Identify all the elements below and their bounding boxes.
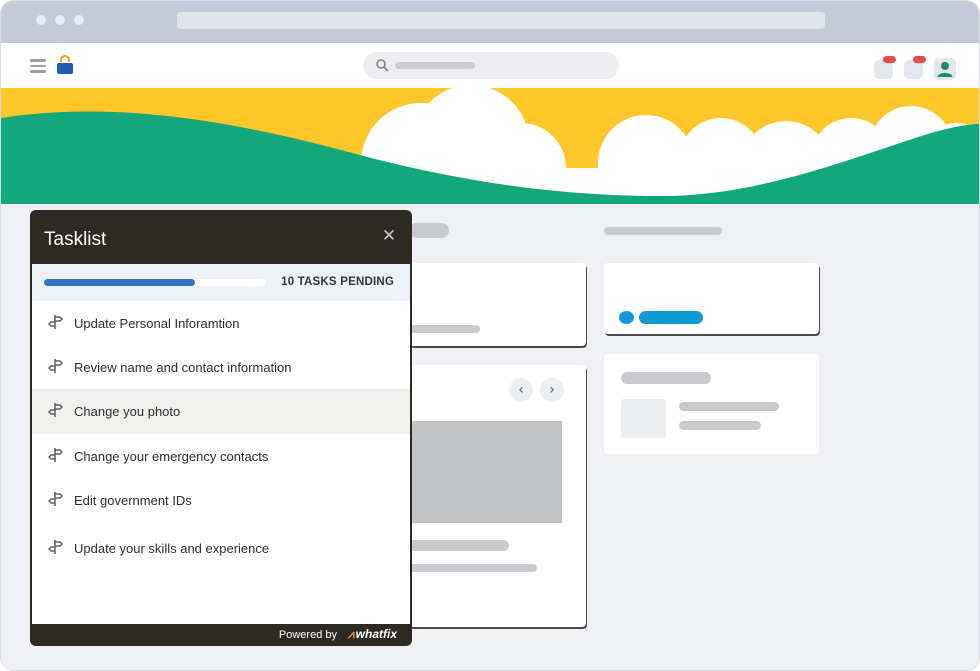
signpost-icon	[48, 403, 63, 417]
task-label: Change your emergency contacts	[74, 449, 269, 464]
task-item-update-personal-information[interactable]: Update Personal Inforamtion	[32, 301, 410, 345]
tasklist-progress: 10 TASKS PENDING	[32, 264, 410, 301]
hero-banner	[1, 88, 979, 204]
content-card	[604, 263, 819, 334]
signpost-icon	[48, 540, 63, 554]
signpost-icon	[48, 359, 63, 373]
text-placeholder	[409, 325, 480, 333]
tasklist-body: 10 TASKS PENDING Update Personal Inforam…	[32, 264, 410, 624]
thumbnail-placeholder	[621, 399, 666, 438]
tasklist-title: Tasklist	[44, 229, 107, 250]
brand-label: whatfix	[355, 627, 397, 641]
address-bar[interactable]	[177, 12, 825, 29]
user-icon[interactable]	[934, 58, 956, 80]
app-header	[1, 43, 979, 89]
powered-by-label: Powered by	[278, 629, 337, 641]
hamburger-icon[interactable]	[30, 59, 46, 73]
task-label: Review name and contact information	[74, 360, 292, 375]
tasklist-header: Tasklist ✕	[30, 210, 412, 264]
whatfix-mark-icon: ⩘	[347, 627, 355, 641]
task-label: Update your skills and experience	[74, 541, 270, 556]
task-label: Update Personal Inforamtion	[74, 316, 240, 331]
tasklist-footer: Powered by ⩘whatfix	[30, 624, 412, 646]
whatfix-logo[interactable]: ⩘whatfix	[348, 627, 397, 642]
task-label: Change you photo	[74, 404, 181, 419]
task-label: Edit government IDs	[74, 493, 192, 508]
window-dot-minimize[interactable]	[55, 15, 65, 25]
chevron-left-icon[interactable]: ‹	[509, 378, 533, 402]
task-item-review-name-contact[interactable]: Review name and contact information	[32, 345, 410, 389]
search-placeholder	[395, 62, 475, 69]
text-placeholder	[409, 564, 537, 572]
window-dot-close[interactable]	[36, 15, 46, 25]
briefcase-logo-icon[interactable]	[56, 54, 74, 75]
tasks-pending-label: 10 TASKS PENDING	[281, 276, 394, 288]
chevron-right-icon[interactable]: ›	[540, 378, 564, 402]
text-placeholder	[621, 372, 711, 384]
status-pill[interactable]	[639, 311, 703, 324]
close-icon[interactable]: ✕	[380, 227, 398, 245]
text-placeholder	[679, 402, 779, 411]
section-title-placeholder	[409, 223, 449, 238]
status-dot	[619, 311, 634, 324]
banner-illustration	[1, 88, 979, 204]
section-title-placeholder	[604, 227, 722, 235]
progress-bar-fill	[44, 279, 195, 286]
signpost-icon	[48, 315, 63, 329]
browser-toolbar	[1, 1, 979, 43]
carousel-card: ‹ ›	[409, 365, 586, 627]
tasklist-panel: Tasklist ✕ 10 TASKS PENDING Update Perso…	[30, 210, 412, 646]
notification-badge	[913, 56, 926, 63]
content-card	[604, 354, 819, 454]
text-placeholder	[409, 540, 509, 551]
notification-badge	[883, 56, 896, 63]
progress-track	[44, 279, 266, 286]
task-item-change-photo[interactable]: Change you photo	[32, 389, 410, 434]
messages-button[interactable]	[904, 56, 926, 79]
browser-window: ‹ › Tasklist ✕ 10 TASKS PENDING Update P	[0, 0, 980, 671]
search-icon	[376, 59, 389, 72]
image-placeholder	[409, 421, 562, 523]
text-placeholder	[679, 421, 761, 430]
signpost-icon	[48, 492, 63, 506]
content-card	[409, 263, 586, 346]
task-item-government-ids[interactable]: Edit government IDs	[32, 478, 410, 522]
task-item-skills-experience[interactable]: Update your skills and experience	[32, 526, 410, 570]
notifications-button[interactable]	[874, 56, 896, 79]
search-bar[interactable]	[363, 52, 619, 79]
window-dot-maximize[interactable]	[74, 15, 84, 25]
task-item-emergency-contacts[interactable]: Change your emergency contacts	[32, 434, 410, 478]
signpost-icon	[48, 448, 63, 462]
